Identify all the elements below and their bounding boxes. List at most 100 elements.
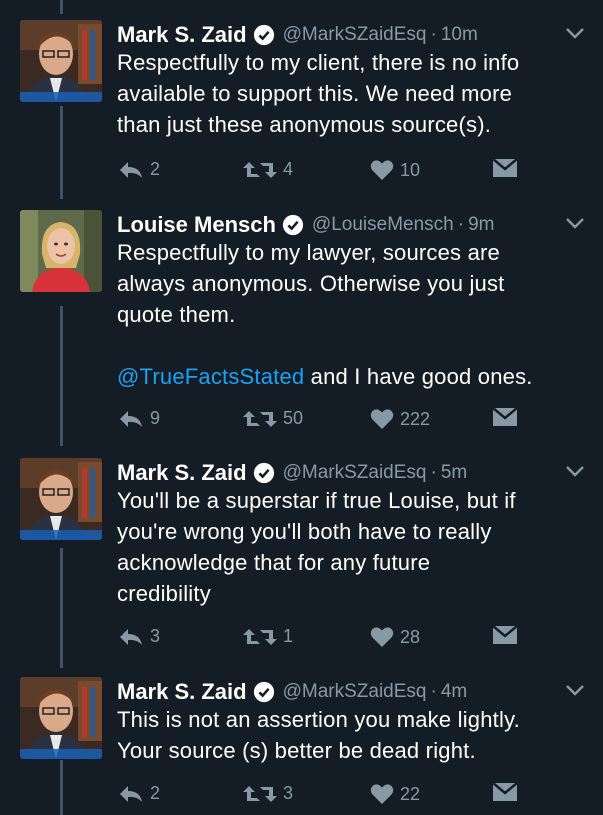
timestamp[interactable]: 5m [441, 462, 467, 484]
reply-icon [120, 628, 142, 645]
avatar[interactable] [20, 458, 102, 540]
mention-link[interactable]: @TrueFactsStated [117, 364, 304, 389]
retweet-icon [243, 410, 277, 427]
like-count: 28 [400, 626, 421, 647]
heart-icon [370, 160, 394, 180]
retweet-count: 3 [283, 783, 294, 803]
retweet-count: 4 [283, 159, 294, 179]
separator: · [430, 462, 437, 483]
tweet[interactable]: Louise Mensch @LouiseMensch · 9m Respect… [0, 210, 603, 440]
chevron-down-icon[interactable] [565, 683, 585, 697]
retweet-button[interactable]: 1 [243, 626, 293, 647]
message-icon [493, 408, 517, 426]
retweet-button[interactable]: 3 [243, 783, 293, 804]
retweet-button[interactable]: 50 [243, 408, 303, 429]
tweet-line: acknowledge that for any future [117, 550, 431, 575]
retweet-icon [243, 785, 277, 802]
timestamp[interactable]: 10m [441, 24, 478, 46]
author-name[interactable]: Mark S. Zaid [117, 460, 247, 486]
chevron-down-icon[interactable] [565, 26, 585, 40]
author-handle[interactable]: @LouiseMensch [312, 214, 454, 236]
tweet-line: Your source (s) better be dead right. [117, 738, 476, 763]
like-count: 22 [400, 783, 421, 804]
tweet-text: Respectfully to my client, there is no i… [117, 47, 587, 140]
tweet-line: you're wrong you'll both have to really [117, 519, 492, 544]
reply-icon [120, 410, 142, 427]
avatar[interactable] [20, 210, 102, 292]
retweet-icon [243, 628, 277, 645]
reply-count: 2 [150, 159, 161, 179]
separator: · [430, 24, 437, 45]
tweet-line: always anonymous. Otherwise you just [117, 271, 505, 296]
tweet-line: credibility [117, 581, 211, 606]
reply-button[interactable]: 9 [118, 408, 160, 429]
message-button[interactable] [493, 408, 523, 426]
like-count: 10 [400, 159, 421, 180]
tweet-line: Respectfully to my lawyer, sources are [117, 240, 500, 265]
like-button[interactable]: 28 [370, 626, 420, 648]
tweet-text: This is not an assertion you make lightl… [117, 704, 587, 766]
reply-button[interactable]: 2 [118, 783, 160, 804]
author-handle[interactable]: @MarkSZaidEsq [283, 681, 427, 703]
retweet-button[interactable]: 4 [243, 159, 293, 180]
verified-icon [282, 214, 304, 236]
chevron-down-icon[interactable] [565, 216, 585, 230]
author-name[interactable]: Louise Mensch [117, 212, 276, 238]
message-button[interactable] [493, 783, 523, 801]
tweet-line: This is not an assertion you make lightl… [117, 707, 520, 732]
avatar[interactable] [20, 677, 102, 759]
author-name[interactable]: Mark S. Zaid [117, 679, 247, 705]
separator: · [430, 681, 437, 702]
tweet-line-rest: and I have good ones. [304, 364, 533, 389]
heart-icon [370, 784, 394, 804]
retweet-count: 50 [283, 408, 304, 428]
reply-count: 3 [150, 626, 161, 646]
avatar[interactable] [20, 20, 102, 102]
like-button[interactable]: 22 [370, 783, 420, 805]
reply-count: 9 [150, 408, 161, 428]
reply-count: 2 [150, 783, 161, 803]
thread-line [60, 0, 63, 14]
message-icon [493, 159, 517, 177]
tweet-text: You'll be a superstar if true Louise, bu… [117, 485, 587, 609]
tweet[interactable]: Mark S. Zaid @MarkSZaidEsq · 4m This is … [0, 677, 603, 815]
message-button[interactable] [493, 626, 523, 644]
author-name[interactable]: Mark S. Zaid [117, 22, 247, 48]
author-handle[interactable]: @MarkSZaidEsq [283, 24, 427, 46]
tweet-line: available to support this. We need more [117, 81, 513, 106]
tweet-actions: 3 1 28 [0, 626, 603, 652]
author-handle[interactable]: @MarkSZaidEsq [283, 462, 427, 484]
message-button[interactable] [493, 159, 523, 177]
reply-button[interactable]: 3 [118, 626, 160, 647]
timestamp[interactable]: 9m [468, 214, 494, 236]
heart-icon [370, 409, 394, 429]
tweet-line: You'll be a superstar if true Louise, bu… [117, 488, 516, 513]
tweet-text: Respectfully to my lawyer, sources are a… [117, 237, 587, 392]
message-icon [493, 783, 517, 801]
tweet-line: than just these anonymous source(s). [117, 112, 492, 137]
tweet-actions: 2 4 10 [0, 159, 603, 185]
chevron-down-icon[interactable] [565, 464, 585, 478]
verified-icon [253, 24, 274, 46]
tweet-actions: 2 3 22 [0, 783, 603, 809]
tweet[interactable]: Mark S. Zaid @MarkSZaidEsq · 5m You'll b… [0, 458, 603, 658]
timestamp[interactable]: 4m [441, 681, 467, 703]
heart-icon [370, 627, 394, 647]
tweet-line: @TrueFactsStated and I have good ones. [117, 361, 587, 392]
message-icon [493, 626, 517, 644]
like-button[interactable]: 222 [370, 408, 430, 430]
reply-icon [120, 785, 142, 802]
retweet-count: 1 [283, 626, 294, 646]
retweet-icon [243, 161, 277, 178]
tweet-line: quote them. [117, 302, 236, 327]
tweet-actions: 9 50 222 [0, 408, 603, 434]
reply-button[interactable]: 2 [118, 159, 160, 180]
tweet-line: Respectfully to my client, there is no i… [117, 50, 520, 75]
tweet[interactable]: Mark S. Zaid @MarkSZaidEsq · 10m Respect… [0, 20, 603, 190]
like-button[interactable]: 10 [370, 159, 420, 181]
separator: · [457, 214, 465, 235]
like-count: 222 [400, 408, 431, 429]
verified-icon [253, 681, 274, 703]
reply-icon [120, 161, 142, 178]
